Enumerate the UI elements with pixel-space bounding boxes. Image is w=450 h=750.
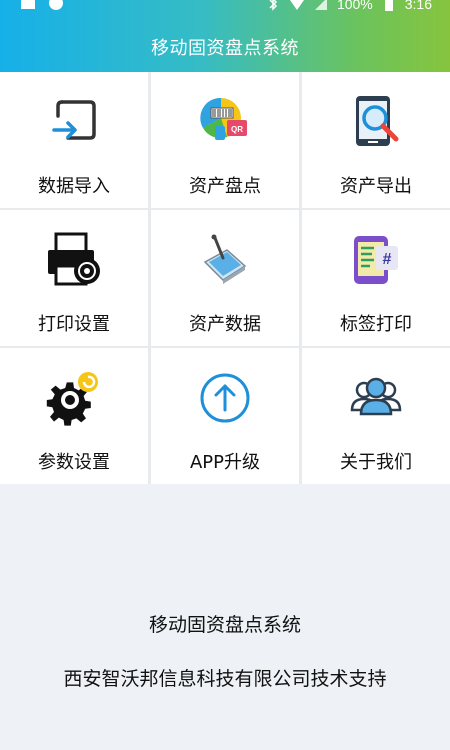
menu-label: 资产盘点 [189,176,261,197]
menu-label: 打印设置 [38,314,110,335]
app-header: 100% 3:16 移动固资盘点系统 [0,0,450,72]
footer-support-text: 西安智沃邦信息科技有限公司技术支持 [63,668,387,690]
import-icon [52,100,96,140]
image-icon [21,0,35,9]
menu-item-about-us[interactable]: 关于我们 [302,348,450,484]
menu-label: 数据导入 [38,176,110,197]
upgrade-arrow-icon [200,373,250,423]
menu-label: 资产数据 [189,314,261,335]
label-print-icon: # [354,236,398,284]
signal-icon [314,0,327,10]
menu-item-print-settings[interactable]: 打印设置 [0,210,148,346]
menu-grid: 数据导入 QR 资产盘点 资产导出 打印设置 资产数据 # 标签打印 参数设置 … [0,72,450,484]
menu-item-data-import[interactable]: 数据导入 [0,72,148,208]
users-icon [350,377,402,416]
menu-item-asset-data[interactable]: 资产数据 [151,210,299,346]
status-bar: 100% 3:16 [0,0,450,14]
menu-label: 资产导出 [340,176,412,197]
menu-label: 标签打印 [340,314,412,335]
battery-percent: 100% [336,0,373,12]
bluetooth-icon [269,0,277,11]
menu-item-parameter-settings[interactable]: 参数设置 [0,348,148,484]
gear-icon [46,372,98,426]
export-search-icon [356,96,399,146]
menu-item-label-print[interactable]: # 标签打印 [302,210,450,346]
menu-label: 关于我们 [340,452,412,473]
clock: 3:16 [404,0,432,12]
svg-text:QR: QR [231,125,243,134]
menu-item-app-upgrade[interactable]: APP升级 [151,348,299,484]
footer-app-name: 移动固资盘点系统 [148,614,301,636]
inventory-scan-icon: QR [200,97,247,140]
menu-label: 参数设置 [38,452,110,473]
asset-data-icon [203,234,247,284]
menu-item-asset-export[interactable]: 资产导出 [302,72,450,208]
app-title: 移动固资盘点系统 [151,38,299,59]
battery-icon [384,0,393,11]
printer-settings-icon [48,232,100,286]
menu-label: APP升级 [189,452,261,473]
wifi-icon [289,0,304,10]
svg-text:#: # [383,251,392,268]
circle-icon [49,0,63,10]
menu-item-asset-inventory[interactable]: QR 资产盘点 [151,72,299,208]
